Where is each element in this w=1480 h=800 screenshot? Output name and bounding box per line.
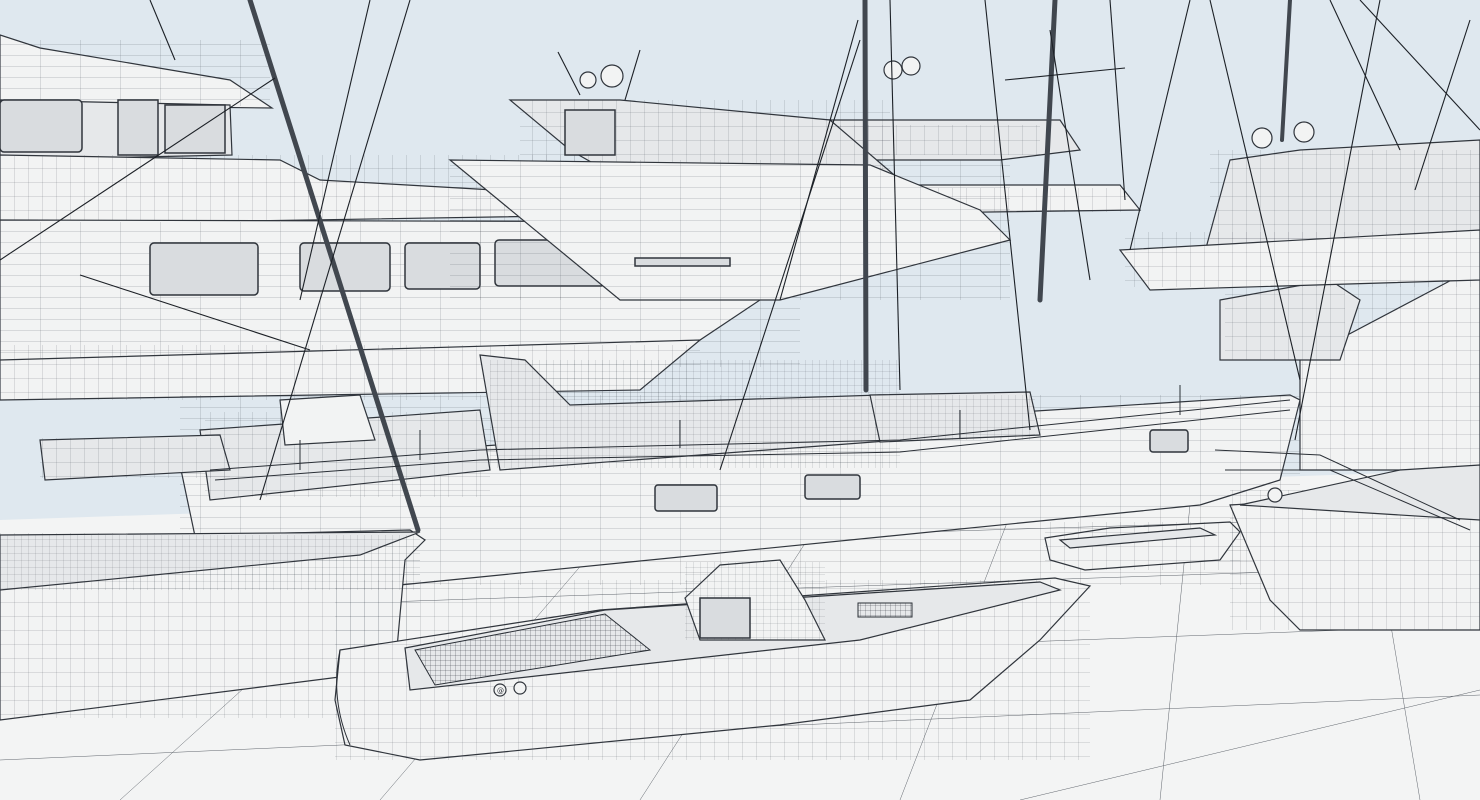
marina-wireframe-scene: @ [0,0,1480,800]
dinghy [1044,521,1241,571]
bridge-window [0,99,83,153]
tender-speedboat: @ [334,559,1092,761]
tender-badge: @ [497,687,504,695]
wireframe-render: @ [0,0,1480,800]
